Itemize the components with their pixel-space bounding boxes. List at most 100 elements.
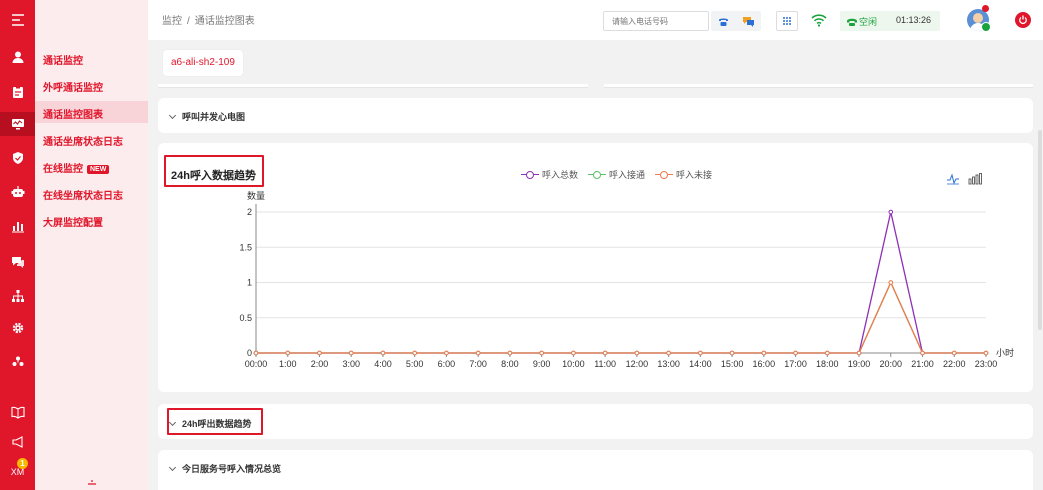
data-point	[983, 350, 989, 356]
gear-icon[interactable]	[0, 316, 35, 340]
tab-server[interactable]: a6-ali-sh2-109	[163, 50, 243, 76]
panel-outbound-trend[interactable]: 24h呼出数据趋势	[158, 404, 1033, 439]
x-tick-label: 7:00	[469, 359, 487, 369]
subnav-item-label: 外呼通话监控	[43, 83, 103, 94]
data-point	[761, 350, 767, 356]
breadcrumb-separator: /	[187, 16, 190, 27]
x-tick-label: 8:00	[501, 359, 519, 369]
monitor-icon[interactable]	[0, 112, 35, 136]
breadcrumb-root[interactable]: 监控	[162, 16, 182, 27]
y-tick-label: 1	[247, 278, 252, 288]
inbound-line-chart: 0 0.5 1 1.5 2 00:00 1:00 2:00 3:00 4:00 5:00 6:00 7:…	[239, 204, 998, 369]
agent-status[interactable]: 空闲 01:13:26	[840, 11, 940, 31]
tab-bar: a6-ali-sh2-109	[158, 47, 1033, 85]
collapse-handle-icon[interactable]	[87, 476, 97, 490]
data-point	[475, 350, 481, 356]
dialpad-button[interactable]	[776, 11, 798, 31]
data-point	[698, 350, 703, 356]
subnav-item-label: 在线监控	[43, 164, 83, 175]
transfer-phone-icon[interactable]	[717, 12, 730, 31]
subnav-item-label: 在线坐席状态日志	[43, 191, 123, 202]
icon-rail: XM 1	[0, 0, 35, 490]
x-tick-label: 6:00	[438, 359, 456, 369]
chat-icon[interactable]	[0, 250, 35, 274]
panel-call-concurrency[interactable]: 呼叫并发心电图	[158, 98, 1033, 133]
data-point	[856, 350, 862, 356]
clipboard-icon[interactable]	[0, 80, 35, 104]
y-tick-label: 2	[247, 207, 252, 217]
book-icon[interactable]	[0, 400, 35, 424]
subnav-item-online-agent-log[interactable]: 在线坐席状态日志	[43, 187, 123, 202]
data-point	[888, 209, 894, 215]
data-point	[602, 350, 608, 356]
data-point	[412, 350, 417, 356]
panel-title: 今日服务号呼入情况总览	[182, 464, 282, 474]
x-tick-label: 12:00	[626, 359, 649, 369]
panel-edge-left	[158, 84, 588, 88]
subnav-item-monitor-chart[interactable]: 通话监控图表	[43, 106, 103, 121]
consult-chat-icon[interactable]	[742, 12, 755, 31]
data-point	[951, 350, 957, 356]
subnav-item-outbound-monitor[interactable]: 外呼通话监控	[43, 79, 103, 94]
new-badge: NEW	[87, 165, 110, 174]
chevron-down-icon	[168, 463, 177, 471]
highlight-box-outbound	[167, 408, 263, 435]
x-tick-label: 1:00	[279, 359, 297, 369]
menu-toggle-icon[interactable]	[0, 8, 35, 32]
x-tick-label: 23:00	[975, 359, 998, 369]
subnav-item-call-monitor[interactable]: 通话监控	[43, 52, 83, 67]
x-tick-label: 00:00	[245, 359, 268, 369]
call-controls	[711, 11, 761, 31]
org-tree-icon[interactable]	[0, 284, 35, 308]
panel-header[interactable]: 今日服务号呼入情况总览	[168, 462, 282, 475]
shield-icon[interactable]	[0, 146, 35, 170]
subnav-item-label: 通话监控图表	[43, 110, 103, 121]
status-timer: 01:13:26	[896, 15, 932, 25]
data-point	[888, 280, 894, 285]
data-point	[571, 350, 576, 356]
team-icon[interactable]	[0, 350, 35, 374]
x-tick-label: 15:00	[721, 359, 744, 369]
data-point	[285, 350, 291, 356]
subnav-item-label: 大屏监控配置	[43, 218, 103, 229]
panel-service-overview[interactable]: 今日服务号呼入情况总览	[158, 450, 1033, 490]
data-point	[380, 350, 386, 356]
chevron-down-icon	[168, 111, 177, 119]
phone-input[interactable]	[603, 11, 709, 31]
panel-title: 呼叫并发心电图	[182, 112, 246, 122]
megaphone-icon[interactable]	[0, 430, 35, 454]
wifi-icon	[811, 12, 827, 31]
panel-edge-right	[604, 84, 1033, 88]
subnav-item-agent-status-log[interactable]: 通话坐席状态日志	[43, 133, 123, 148]
x-tick-label: 18:00	[816, 359, 839, 369]
top-bar: 监控 / 通话监控图表 空闲 01:13:26	[148, 0, 1043, 40]
logout-power-icon[interactable]	[1015, 12, 1031, 28]
bar-chart-icon[interactable]	[0, 214, 35, 238]
data-point	[666, 350, 671, 356]
x-tick-label: 2:00	[311, 359, 329, 369]
user-icon[interactable]	[0, 45, 35, 69]
x-tick-label: 20:00	[880, 359, 903, 369]
phone-icon	[847, 18, 857, 26]
avatar-notification-dot	[982, 5, 989, 12]
x-tick-label: 21:00	[911, 359, 934, 369]
sub-nav: 通话监控 外呼通话监控 通话监控图表 通话坐席状态日志 在线监控 NEW 在线坐席…	[35, 0, 148, 490]
y-tick-label: 0	[247, 348, 252, 358]
x-tick-label: 14:00	[689, 359, 712, 369]
x-tick-label: 4:00	[374, 359, 392, 369]
subnav-item-online-monitor[interactable]: 在线监控 NEW	[43, 160, 110, 175]
data-point	[253, 350, 259, 356]
x-tick-label: 17:00	[784, 359, 807, 369]
agent-status-indicator: 空闲	[847, 15, 877, 28]
x-tick-label: 22:00	[943, 359, 966, 369]
data-point	[507, 350, 513, 356]
x-tick-label: 10:00	[562, 359, 585, 369]
user-initials[interactable]: XM 1	[0, 458, 35, 484]
data-point	[348, 350, 354, 356]
robot-icon[interactable]	[0, 180, 35, 204]
panel-header[interactable]: 呼叫并发心电图	[168, 110, 246, 123]
agent-status-label: 空闲	[859, 17, 878, 27]
scrollbar-thumb[interactable]	[1038, 130, 1042, 330]
subnav-item-bigscreen-config[interactable]: 大屏监控配置	[43, 214, 103, 229]
data-point	[634, 350, 640, 356]
